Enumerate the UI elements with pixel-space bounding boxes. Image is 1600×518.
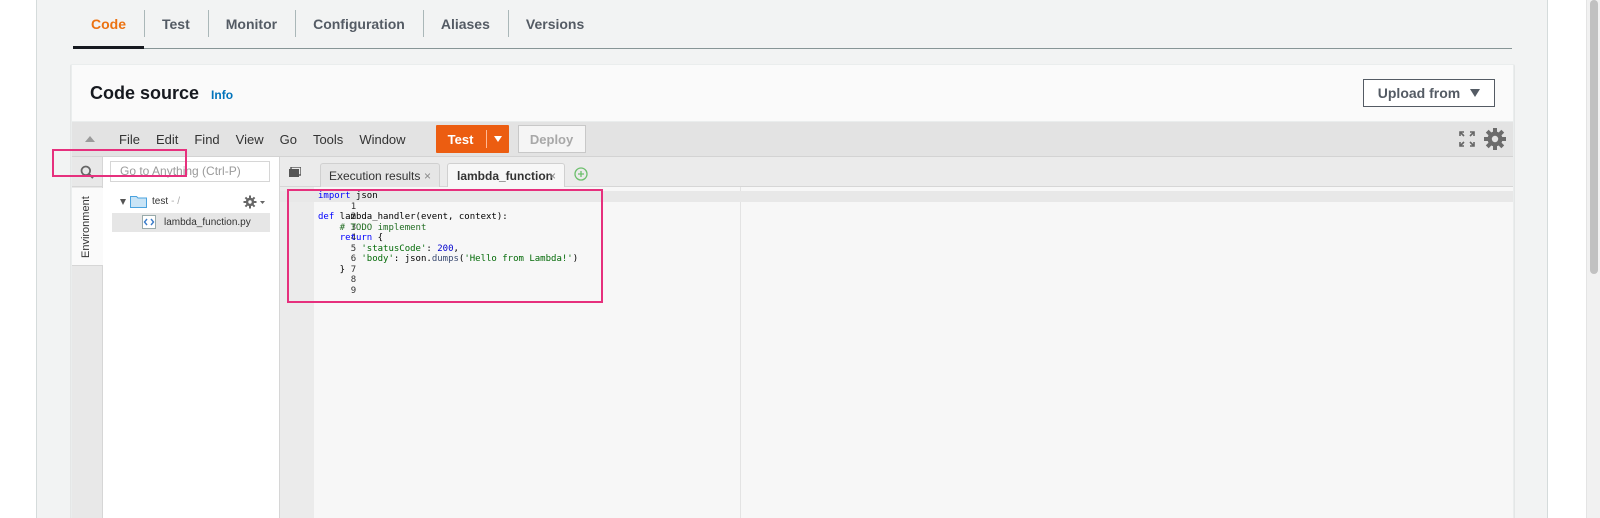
test-dropdown-button[interactable] — [487, 136, 509, 142]
caret-down-icon — [120, 198, 126, 205]
code-text: } — [318, 264, 346, 275]
code-line: 8 } — [280, 264, 1513, 286]
function-tabs: Code Test Monitor Configuration Aliases … — [73, 0, 1512, 49]
code-text: return { — [339, 233, 384, 243]
tree-root-name: test — [152, 196, 169, 207]
upload-from-label: Upload from — [1377, 85, 1461, 101]
menu-edit[interactable]: Edit — [148, 132, 186, 147]
gear-icon[interactable] — [1483, 127, 1507, 151]
tree-root-path: - / — [171, 196, 181, 207]
editor-tab-execution-results[interactable]: Execution results × — [320, 163, 440, 187]
scrollbar-thumb[interactable] — [1590, 0, 1598, 274]
code-line: 9 — [280, 275, 1513, 296]
menu-go[interactable]: Go — [272, 132, 305, 147]
code-editor[interactable]: 1 import json 2 3 def lambda_handler(eve… — [280, 191, 1513, 296]
upload-from-button[interactable]: Upload from — [1363, 79, 1495, 107]
code-line: 1 import json — [280, 191, 1513, 212]
editor-area: Execution results × lambda_function × 1 … — [280, 157, 1513, 518]
menu-file[interactable]: File — [111, 132, 148, 147]
code-source-panel: Code source Info Upload from File Edit F… — [71, 64, 1514, 518]
code-text: import json — [318, 191, 378, 201]
code-line: 2 — [280, 202, 1513, 222]
search-toggle[interactable] — [72, 157, 102, 187]
editor-tab-lambda-function[interactable]: lambda_function × — [447, 163, 565, 187]
code-text: # TODO implement — [318, 222, 427, 233]
code-text: 'body': json.dumps('Hello from Lambda!') — [361, 254, 579, 264]
close-icon[interactable]: × — [549, 169, 556, 183]
tree-file-name: lambda_function.py — [164, 217, 251, 228]
menu-find[interactable]: Find — [186, 132, 227, 147]
tree-file-lambda-function[interactable]: lambda_function.py — [112, 213, 270, 232]
tree-settings-icon[interactable] — [243, 195, 267, 209]
file-tree: Go to Anything (Ctrl-P) test - / lambda_… — [103, 157, 280, 518]
tab-versions[interactable]: Versions — [507, 0, 602, 48]
ide-menubar: File Edit Find View Go Tools Window Test… — [72, 122, 1513, 157]
close-icon[interactable]: × — [424, 169, 431, 183]
tab-code[interactable]: Code — [73, 0, 144, 49]
code-source-header: Code source Info Upload from — [72, 65, 1513, 122]
editor-tab-label: lambda_function — [457, 168, 554, 183]
goto-anything-input[interactable]: Go to Anything (Ctrl-P) — [110, 161, 270, 182]
info-link[interactable]: Info — [211, 88, 233, 102]
environment-sidebar: Environment — [72, 157, 103, 518]
code-text: 'statusCode': 200, — [361, 243, 459, 254]
menu-tools[interactable]: Tools — [305, 132, 351, 147]
environment-label: Environment — [80, 196, 92, 258]
editor-tab-label: Execution results — [329, 168, 421, 183]
code-line: 4 # TODO implement — [280, 222, 1513, 244]
environment-tab[interactable]: Environment — [72, 188, 103, 266]
tab-monitor[interactable]: Monitor — [207, 0, 295, 48]
fullscreen-icon[interactable] — [1459, 131, 1475, 147]
caret-down-icon — [1470, 89, 1481, 97]
tabs-menu-icon[interactable] — [289, 167, 301, 177]
test-button[interactable]: Test — [436, 132, 486, 147]
tab-aliases[interactable]: Aliases — [422, 0, 508, 48]
tab-test[interactable]: Test — [144, 0, 208, 48]
line-number: 9 — [350, 285, 357, 296]
tree-root-folder[interactable]: test - / — [120, 195, 180, 208]
code-line: 6 'statusCode': 200, — [280, 243, 1513, 265]
code-text: def lambda_handler(event, context): — [318, 212, 508, 222]
test-split-button: Test — [435, 125, 509, 153]
deploy-button[interactable]: Deploy — [517, 125, 586, 153]
collapse-icon[interactable] — [85, 136, 95, 142]
page-scrollbar[interactable] — [1586, 0, 1600, 518]
tab-configuration[interactable]: Configuration — [295, 0, 423, 48]
python-file-icon — [142, 215, 156, 229]
search-icon — [80, 165, 94, 179]
editor-tabbar: Execution results × lambda_function × — [280, 157, 1513, 187]
code-source-title: Code source — [90, 82, 200, 103]
menu-view[interactable]: View — [228, 132, 272, 147]
caret-down-icon — [493, 136, 502, 142]
code-editor-ide: File Edit Find View Go Tools Window Test… — [72, 122, 1513, 518]
code-line: 3 def lambda_handler(event, context): — [280, 212, 1513, 233]
menu-window[interactable]: Window — [351, 132, 413, 147]
add-tab-icon[interactable] — [574, 167, 588, 181]
code-line: 7 'body': json.dumps('Hello from Lambda!… — [280, 254, 1513, 275]
folder-icon — [130, 196, 147, 208]
code-line: 5 return { — [280, 233, 1513, 254]
